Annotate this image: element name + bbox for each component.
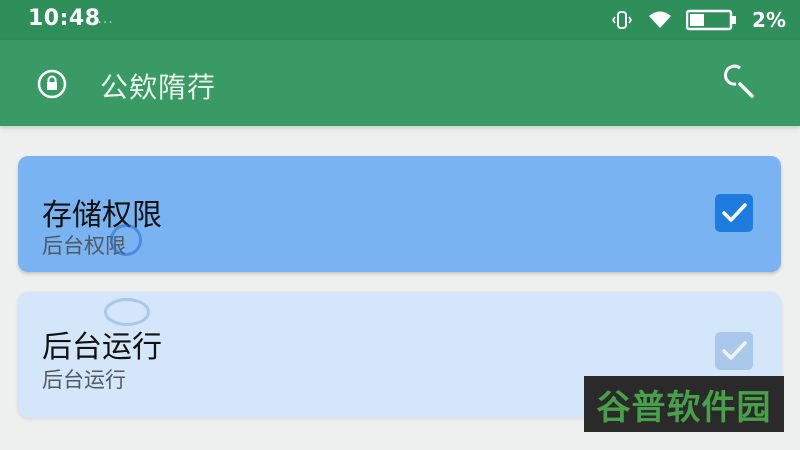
lock-circle-icon[interactable] (36, 68, 68, 100)
battery-percent: 2% (752, 8, 786, 32)
status-icons: 2% (610, 4, 786, 36)
notification-dots: .... (92, 11, 114, 27)
page-title: 公欸隋荇 (100, 71, 217, 104)
vibrate-icon (612, 11, 632, 29)
status-time: 10:48 (28, 6, 101, 31)
permission-item-storage[interactable]: 存储权限 后台权限 (18, 156, 781, 272)
permission-subtitle: 后台运行 (42, 368, 126, 392)
app-bar: 公欸隋荇 (0, 40, 800, 126)
permission-checkbox[interactable] (715, 194, 753, 232)
wifi-icon (649, 11, 672, 28)
check-icon (722, 341, 747, 360)
battery-icon (686, 9, 737, 31)
watermark: 谷普软件园 (584, 376, 784, 432)
status-bar: 10:48 .... 2% (0, 0, 800, 40)
permission-checkbox[interactable] (715, 332, 753, 370)
search-icon[interactable] (722, 62, 762, 102)
permission-title: 存储权限 (42, 198, 162, 233)
watermark-text: 谷普软件园 (596, 387, 772, 428)
permission-title: 后台运行 (42, 330, 162, 365)
check-icon (722, 203, 747, 222)
touch-ripple (110, 224, 142, 256)
